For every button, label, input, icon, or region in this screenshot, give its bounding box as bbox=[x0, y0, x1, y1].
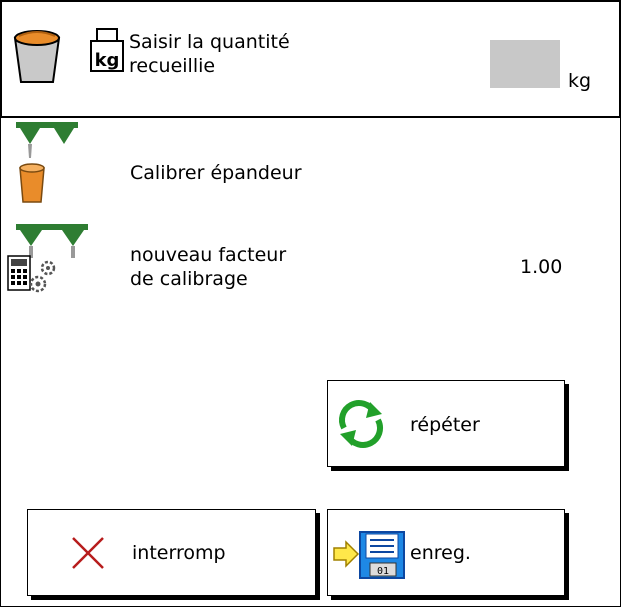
spreader-calibrate-icon bbox=[16, 122, 78, 203]
header-title-line2: recueillie bbox=[129, 55, 216, 77]
calibration-factor-value: 1.00 bbox=[520, 256, 563, 278]
close-icon bbox=[72, 537, 104, 569]
refresh-icon bbox=[339, 400, 383, 448]
calibration-factor-label-line1: nouveau facteur bbox=[130, 244, 287, 266]
svg-text:01: 01 bbox=[377, 566, 389, 577]
calibrate-spreader-label[interactable]: Calibrer épandeur bbox=[130, 161, 302, 185]
calibration-factor-icon bbox=[7, 224, 88, 293]
save-label: enreg. bbox=[410, 542, 471, 564]
header-title-line1: Saisir la quantité bbox=[129, 31, 290, 53]
calibration-factor-label-line2: de calibrage bbox=[130, 268, 248, 290]
bucket-icon bbox=[13, 30, 61, 83]
unit-label: kg bbox=[568, 70, 592, 92]
abort-button[interactable]: interromp bbox=[27, 509, 316, 596]
quantity-input[interactable] bbox=[490, 40, 560, 88]
scale-icon: kg bbox=[90, 28, 124, 72]
repeat-button[interactable]: répéter bbox=[327, 380, 565, 467]
save-disk-icon: 01 bbox=[333, 531, 405, 579]
header-panel: kg Saisir la quantité recueillie kg bbox=[0, 0, 621, 118]
abort-label: interromp bbox=[132, 542, 226, 564]
repeat-label: répéter bbox=[410, 414, 480, 436]
save-button[interactable]: 01 enreg. bbox=[327, 509, 565, 596]
svg-text:kg: kg bbox=[95, 50, 120, 71]
